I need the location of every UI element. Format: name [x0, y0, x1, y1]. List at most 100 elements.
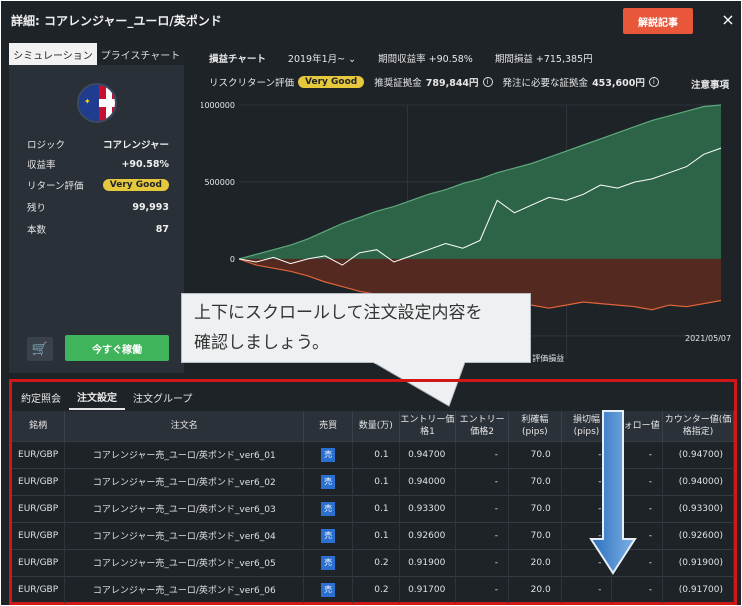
y-tick-label: 1000000 — [201, 101, 235, 110]
cell-entry-1: 0.94700 — [399, 440, 457, 468]
risk-badge: Very Good — [298, 76, 365, 88]
tab-simulation[interactable]: シミュレーション — [9, 43, 97, 65]
cell-quantity: 0.1 — [352, 440, 400, 468]
margin-label: 推奨証拠金 — [374, 78, 422, 89]
cell-symbol: EUR/GBP — [12, 548, 66, 576]
sell-badge: 売 — [321, 528, 336, 543]
col-symbol[interactable]: 銘柄 — [12, 411, 66, 441]
remaining-value: 99,993 — [132, 201, 169, 213]
cell-quantity: 0.2 — [352, 575, 400, 603]
remaining-label: 残り — [27, 203, 47, 214]
cell-take-profit: 20.0 — [508, 575, 562, 603]
scroll-down-arrow-icon — [589, 410, 637, 575]
cell-entry-2: - — [455, 521, 509, 549]
cell-side: 売 — [303, 467, 353, 495]
run-now-button[interactable]: 今すぐ稼働 — [65, 335, 169, 361]
article-button[interactable]: 解説記事 — [623, 8, 693, 34]
cell-entry-1: 0.91700 — [399, 575, 457, 603]
col-counter[interactable]: カウンター値(価格指定) — [662, 411, 735, 441]
scroll-hint-callout: 上下にスクロールして注文設定内容を 確認しましょう。 — [181, 293, 531, 363]
tab-order-groups[interactable]: 注文グループ — [125, 384, 200, 410]
cell-stop-loss: - — [561, 575, 613, 603]
cell-entry-1: 0.92600 — [399, 521, 457, 549]
col-quantity[interactable]: 数量(万) — [352, 411, 400, 441]
table-row[interactable]: EUR/GBP コアレンジャー売_ユーロ/英ポンド_ver6_06 売 0.2 0.91… — [12, 575, 735, 603]
col-take-profit[interactable]: 利確幅(pips) — [508, 411, 562, 441]
cell-order-name: コアレンジャー売_ユーロ/英ポンド_ver6_02 — [64, 467, 305, 495]
info-icon[interactable]: i — [648, 77, 659, 87]
col-order-name[interactable]: 注文名 — [64, 411, 305, 441]
bottom-tabs: 約定照会 注文設定 注文グループ — [13, 384, 200, 410]
y-tick-label: 0 — [230, 255, 235, 264]
close-icon[interactable]: × — [718, 9, 738, 29]
y-tick-label: 500000 — [204, 178, 235, 187]
count-label: 本数 — [27, 225, 47, 236]
info-icon[interactable]: i — [482, 77, 493, 87]
tab-executions[interactable]: 約定照会 — [13, 384, 69, 410]
logic-row: ロジック コアレンジャー — [27, 136, 169, 152]
notice-link[interactable]: 注意事項 — [691, 77, 729, 91]
cell-symbol: EUR/GBP — [12, 440, 66, 468]
cell-side: 売 — [303, 575, 353, 603]
modal-title: 詳細: コアレンジャー_ユーロ/英ポンド — [11, 14, 222, 28]
logic-label: ロジック — [27, 140, 66, 151]
sell-badge: 売 — [321, 447, 336, 462]
cell-counter: (0.94700) — [662, 440, 735, 468]
cell-side: 売 — [303, 548, 353, 576]
cell-symbol: EUR/GBP — [12, 575, 66, 603]
col-entry-2[interactable]: エントリー価格2 — [455, 411, 509, 441]
strategy-summary-panel: シミュレーション プライスチャート ✦ ロジック コアレンジャー 収益率 +90… — [9, 43, 184, 373]
cell-side: 売 — [303, 440, 353, 468]
cell-entry-2: - — [455, 548, 509, 576]
cell-take-profit: 20.0 — [508, 548, 562, 576]
modal-header: 詳細: コアレンジャー_ユーロ/英ポンド 解説記事 × — [1, 1, 741, 37]
cell-order-name: コアレンジャー売_ユーロ/英ポンド_ver6_05 — [64, 548, 305, 576]
period-return-value: +90.58% — [428, 54, 473, 65]
tab-price-chart[interactable]: プライスチャート — [97, 43, 184, 65]
cell-symbol: EUR/GBP — [12, 467, 66, 495]
cell-entry-1: 0.94000 — [399, 467, 457, 495]
period-pnl-value: +715,385円 — [535, 54, 593, 65]
cell-counter: (0.93300) — [662, 494, 735, 522]
cell-take-profit: 70.0 — [508, 440, 562, 468]
cell-quantity: 0.1 — [352, 494, 400, 522]
cell-entry-2: - — [455, 440, 509, 468]
risk-label: リスクリターン評価 — [209, 78, 295, 89]
cell-order-name: コアレンジャー売_ユーロ/英ポンド_ver6_01 — [64, 440, 305, 468]
period-return-label: 期間収益率 — [378, 54, 426, 65]
cell-entry-2: - — [455, 494, 509, 522]
return-rate-row: 収益率 +90.58% — [27, 156, 169, 172]
return-rating-row: リターン評価 Very Good — [27, 177, 169, 193]
required-value: 453,600円 — [592, 78, 645, 89]
cell-quantity: 0.1 — [352, 521, 400, 549]
cell-side: 売 — [303, 521, 353, 549]
count-row: 本数 87 — [27, 221, 169, 237]
cell-order-name: コアレンジャー売_ユーロ/英ポンド_ver6_03 — [64, 494, 305, 522]
cell-quantity: 0.2 — [352, 548, 400, 576]
tab-order-settings[interactable]: 注文設定 — [69, 384, 125, 410]
cell-take-profit: 70.0 — [508, 521, 562, 549]
cell-counter: (0.92600) — [662, 521, 735, 549]
detail-modal: 詳細: コアレンジャー_ユーロ/英ポンド 解説記事 × シミュレーション プライ… — [1, 1, 741, 605]
callout-line-2: 確認しましょう。 — [194, 333, 329, 353]
cart-icon[interactable]: 🛒 — [27, 337, 53, 361]
cell-order-name: コアレンジャー売_ユーロ/英ポンド_ver6_06 — [64, 575, 305, 603]
risk-info-row: リスクリターン評価 Very Good 推奨証拠金 789,844円 i 発注に… — [209, 75, 729, 89]
cell-take-profit: 70.0 — [508, 494, 562, 522]
period-select[interactable]: 2019年1月~ ⌄ — [288, 51, 356, 65]
sell-badge: 売 — [321, 474, 336, 489]
col-entry-1[interactable]: エントリー価格1 — [399, 411, 457, 441]
remaining-row: 残り 99,993 — [27, 199, 169, 215]
cell-take-profit: 70.0 — [508, 467, 562, 495]
cell-counter: (0.91700) — [662, 575, 735, 603]
callout-line-1: 上下にスクロールして注文設定内容を — [194, 303, 483, 323]
period-pnl: 期間損益 +715,385円 — [495, 51, 593, 65]
recommended-margin: 推奨証拠金 789,844円 i — [374, 75, 493, 89]
sell-badge: 売 — [321, 582, 336, 597]
sell-badge: 売 — [321, 501, 336, 516]
cell-entry-2: - — [455, 575, 509, 603]
col-side[interactable]: 売買 — [303, 411, 353, 441]
chart-end-date: 2021/05/07 — [685, 334, 732, 343]
logic-value: コアレンジャー — [102, 140, 169, 151]
cell-follow: - — [611, 575, 663, 603]
